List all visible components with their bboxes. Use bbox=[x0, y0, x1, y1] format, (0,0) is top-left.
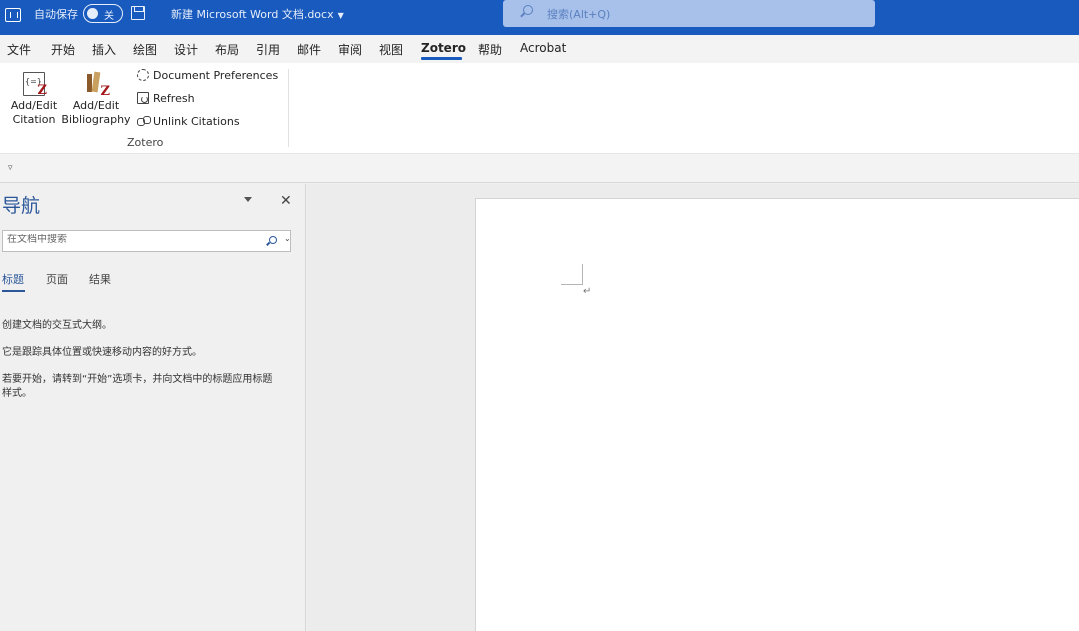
document-preferences-button[interactable]: Document Preferences bbox=[137, 69, 278, 82]
gear-icon bbox=[137, 69, 149, 81]
unlink-icon bbox=[137, 115, 151, 127]
margin-crop-mark bbox=[561, 264, 583, 285]
ribbon-tabs: 文件 开始 插入 绘图 设计 布局 引用 邮件 审阅 视图 Zotero 帮助 … bbox=[0, 35, 1079, 63]
ribbon-separator bbox=[288, 69, 289, 147]
toggle-knob bbox=[87, 8, 98, 19]
citation-icon: Z bbox=[23, 72, 48, 98]
autosave-toggle[interactable]: 关 bbox=[83, 4, 123, 23]
active-tab-indicator bbox=[421, 57, 462, 60]
nav-message-3-line-1: 若要开始，请转到“开始”选项卡，并向文档中的标题应用标题 bbox=[2, 374, 273, 385]
document-page[interactable]: ↵ bbox=[475, 198, 1079, 631]
document-area: ↵ bbox=[307, 184, 1079, 631]
navigation-pane: 导航 ✕ ⌄ 标题 页面 结果 创建文档的交互式大纲。 它是跟踪具体位置或快速移… bbox=[0, 184, 306, 631]
zotero-z-icon: Z bbox=[37, 83, 48, 98]
active-nav-tab-indicator bbox=[2, 290, 25, 292]
tab-zotero[interactable]: Zotero bbox=[421, 41, 466, 55]
add-edit-bibliography-label-1: Add/Edit bbox=[72, 99, 120, 112]
ribbon-group-label: Zotero bbox=[127, 136, 164, 149]
bibliography-books-icon: Z bbox=[85, 72, 110, 99]
tab-headings[interactable]: 标题 bbox=[2, 271, 24, 287]
tab-help[interactable]: 帮助 bbox=[478, 41, 502, 58]
unlink-citations-button[interactable]: Unlink Citations bbox=[137, 115, 240, 128]
save-icon[interactable] bbox=[131, 6, 145, 20]
add-edit-citation-button[interactable]: Z Add/Edit Citation bbox=[9, 72, 59, 127]
zotero-z-icon: Z bbox=[100, 84, 111, 99]
tab-view[interactable]: 视图 bbox=[379, 41, 403, 58]
paragraph-mark: ↵ bbox=[583, 286, 592, 297]
add-edit-bibliography-label-2: Bibliography bbox=[61, 113, 131, 126]
ribbon-panel: Z Add/Edit Citation Z Add/Edit Bibliogra… bbox=[0, 63, 1079, 153]
tab-review[interactable]: 审阅 bbox=[338, 41, 362, 58]
tab-draw[interactable]: 绘图 bbox=[133, 41, 157, 58]
nav-message-3: 若要开始，请转到“开始”选项卡，并向文档中的标题应用标题 样式。 bbox=[2, 373, 298, 401]
unlink-citations-label: Unlink Citations bbox=[153, 115, 240, 128]
tab-acrobat[interactable]: Acrobat bbox=[520, 41, 566, 55]
tab-results[interactable]: 结果 bbox=[89, 271, 111, 287]
nav-message-1: 创建文档的交互式大纲。 bbox=[2, 320, 112, 331]
tab-references[interactable]: 引用 bbox=[256, 41, 280, 58]
navigation-search-input[interactable] bbox=[7, 234, 257, 245]
navigation-title: 导航 bbox=[2, 195, 41, 217]
autosave-label: 自动保存 bbox=[34, 8, 78, 21]
title-search-box[interactable]: 搜索(Alt+Q) bbox=[503, 0, 875, 27]
tab-insert[interactable]: 插入 bbox=[92, 41, 116, 58]
nav-message-3-line-2: 样式。 bbox=[2, 388, 32, 399]
tab-mailings[interactable]: 邮件 bbox=[297, 41, 321, 58]
document-preferences-label: Document Preferences bbox=[153, 69, 279, 82]
add-edit-citation-label-2: Citation bbox=[12, 113, 56, 126]
title-search-placeholder: 搜索(Alt+Q) bbox=[547, 8, 611, 21]
refresh-icon bbox=[137, 92, 149, 104]
navigation-search-box: ⌄ bbox=[2, 230, 291, 252]
quick-access-toolbar: ▿ bbox=[0, 153, 1079, 183]
tab-design[interactable]: 设计 bbox=[174, 41, 198, 58]
add-edit-citation-label-1: Add/Edit bbox=[10, 99, 58, 112]
add-edit-bibliography-button[interactable]: Z Add/Edit Bibliography bbox=[61, 72, 131, 127]
title-bar: 自动保存 关 新建 Microsoft Word 文档.docx ▼ 搜索(Alt… bbox=[0, 0, 1079, 35]
search-icon bbox=[523, 5, 533, 15]
search-icon[interactable] bbox=[269, 236, 277, 244]
document-title[interactable]: 新建 Microsoft Word 文档.docx ▼ bbox=[171, 6, 344, 22]
document-title-text: 新建 Microsoft Word 文档.docx bbox=[171, 8, 334, 21]
refresh-button[interactable]: Refresh bbox=[137, 92, 195, 105]
chevron-down-icon: ▼ bbox=[337, 11, 344, 20]
nav-message-2: 它是跟踪具体位置或快速移动内容的好方式。 bbox=[2, 347, 202, 358]
tab-file[interactable]: 文件 bbox=[7, 41, 31, 58]
autosave-state: 关 bbox=[104, 11, 114, 22]
tab-pages[interactable]: 页面 bbox=[46, 271, 68, 287]
word-app-icon bbox=[5, 8, 21, 22]
tab-layout[interactable]: 布局 bbox=[215, 41, 239, 58]
refresh-label: Refresh bbox=[153, 92, 195, 105]
customize-toolbar-icon[interactable]: ▿ bbox=[8, 163, 13, 173]
close-icon[interactable]: ✕ bbox=[280, 193, 292, 209]
pane-options-icon[interactable] bbox=[244, 197, 252, 202]
tab-home[interactable]: 开始 bbox=[51, 41, 75, 58]
chevron-down-icon[interactable]: ⌄ bbox=[284, 234, 291, 243]
